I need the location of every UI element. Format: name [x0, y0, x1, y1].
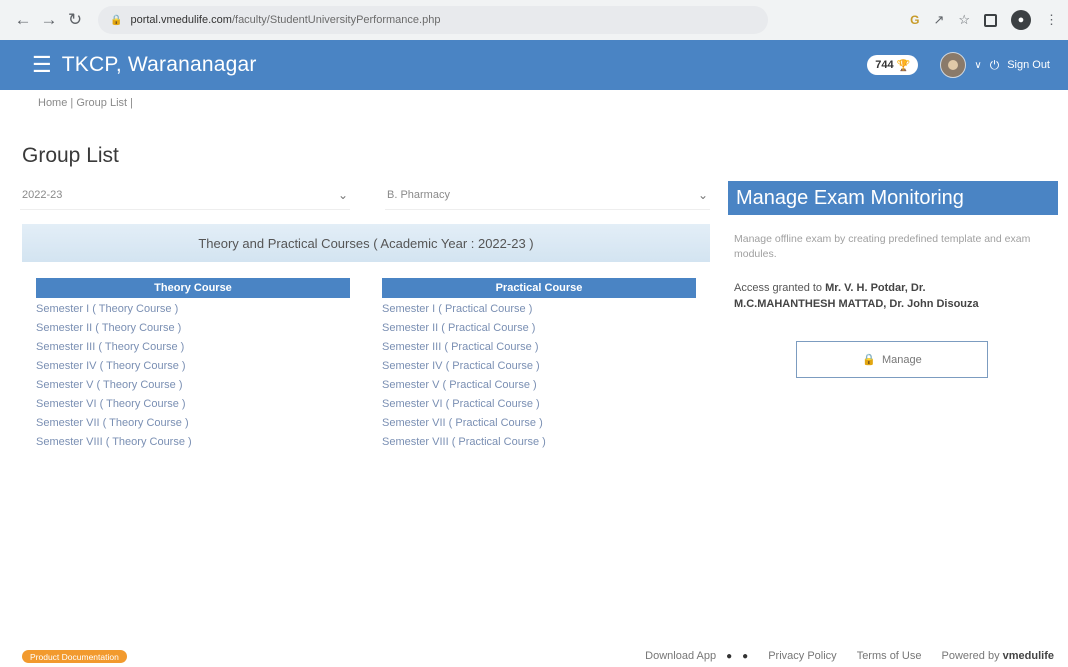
breadcrumb-current[interactable]: Group List	[76, 97, 127, 109]
exam-monitoring-title: Manage Exam Monitoring	[728, 181, 1058, 215]
sidebar-panel-icon[interactable]	[984, 13, 997, 27]
program-select[interactable]: B. Pharmacy ⌄	[385, 180, 710, 210]
practical-course-link[interactable]: Semester III ( Practical Course )	[382, 338, 696, 357]
brand-link[interactable]: vmedulife	[1003, 650, 1054, 662]
browser-toolbar: ← → ↻ 🔒 portal.vmedulife.com/faculty/Stu…	[0, 0, 1068, 40]
powered-by-label: Powered by	[941, 650, 1000, 662]
breadcrumb: Home | Group List |	[38, 97, 133, 109]
url-path: /faculty/StudentUniversityPerformance.ph…	[231, 14, 441, 26]
forward-arrow-icon[interactable]: →	[36, 7, 62, 33]
breadcrumb-home[interactable]: Home	[38, 97, 67, 109]
lock-icon: 🔒	[110, 14, 123, 26]
theory-course-link[interactable]: Semester II ( Theory Course )	[36, 319, 350, 338]
manage-label: Manage	[881, 353, 922, 366]
theory-course-link[interactable]: Semester I ( Theory Course )	[36, 300, 350, 319]
app-title: TKCP, Warananagar	[61, 53, 257, 76]
points-badge[interactable]: 744 🏆	[867, 55, 919, 75]
theory-course-column: Theory Course Semester I ( Theory Course…	[36, 278, 350, 452]
breadcrumb-separator: |	[130, 97, 133, 109]
share-icon[interactable]: ↗	[933, 12, 944, 28]
practical-course-link[interactable]: Semester I ( Practical Course )	[382, 300, 696, 319]
manage-button[interactable]: 🔒 Manage	[796, 341, 988, 378]
points-count: 744	[875, 59, 894, 71]
theory-course-link[interactable]: Semester VI ( Theory Course )	[36, 395, 350, 414]
practical-course-heading: Practical Course	[382, 278, 696, 298]
address-bar[interactable]: 🔒 portal.vmedulife.com/faculty/StudentUn…	[98, 6, 768, 34]
practical-course-link[interactable]: Semester VIII ( Practical Course )	[382, 433, 696, 452]
google-lens-icon[interactable]: G	[910, 13, 919, 27]
theory-course-list: Semester I ( Theory Course ) Semester II…	[36, 300, 350, 452]
theory-course-link[interactable]: Semester V ( Theory Course )	[36, 376, 350, 395]
practical-course-link[interactable]: Semester V ( Practical Course )	[382, 376, 696, 395]
apple-icon[interactable]: ●	[742, 651, 748, 662]
theory-course-link[interactable]: Semester VIII ( Theory Course )	[36, 433, 350, 452]
access-prefix: Access granted to	[734, 282, 823, 294]
terms-of-use-link[interactable]: Terms of Use	[857, 650, 922, 662]
footer-links: Download App ● ● Privacy Policy Terms of…	[645, 650, 1054, 662]
back-arrow-icon[interactable]: ←	[10, 7, 36, 33]
browser-profile-icon[interactable]: ●	[1011, 10, 1031, 30]
reload-icon[interactable]: ↻	[62, 7, 88, 33]
practical-course-list: Semester I ( Practical Course ) Semester…	[382, 300, 696, 452]
practical-course-link[interactable]: Semester VII ( Practical Course )	[382, 414, 696, 433]
url-host: portal.vmedulife.com	[130, 14, 232, 26]
practical-course-column: Practical Course Semester I ( Practical …	[382, 278, 696, 452]
chevron-down-icon: ⌄	[697, 187, 708, 202]
courses-banner: Theory and Practical Courses ( Academic …	[22, 224, 710, 262]
lock-icon: 🔒	[862, 354, 876, 366]
page-title: Group List	[22, 144, 119, 167]
academic-year-select[interactable]: 2022-23 ⌄	[20, 180, 350, 210]
download-app-label: Download App	[645, 650, 717, 662]
breadcrumb-separator: |	[70, 97, 74, 109]
chevron-down-icon: ⌄	[337, 187, 348, 202]
theory-course-heading: Theory Course	[36, 278, 350, 298]
theory-course-link[interactable]: Semester VII ( Theory Course )	[36, 414, 350, 433]
product-documentation-button[interactable]: Product Documentation	[22, 650, 127, 663]
browser-menu-icon[interactable]: ⋮	[1045, 12, 1058, 28]
bookmark-star-icon[interactable]: ☆	[958, 12, 970, 28]
exam-monitoring-description: Manage offline exam by creating predefin…	[734, 233, 1031, 260]
hamburger-menu-icon[interactable]: ☰	[32, 52, 52, 78]
signout-link[interactable]: Sign Out	[1007, 59, 1050, 71]
powered-by: Powered by vmedulife	[941, 650, 1054, 662]
exam-access-info: Access granted to Mr. V. H. Potdar, Dr. …	[734, 280, 1024, 312]
chevron-down-icon[interactable]: ∨	[974, 60, 981, 71]
practical-course-link[interactable]: Semester IV ( Practical Course )	[382, 357, 696, 376]
theory-course-link[interactable]: Semester IV ( Theory Course )	[36, 357, 350, 376]
program-value: B. Pharmacy	[387, 188, 450, 201]
app-header: ☰ TKCP, Warananagar 744 🏆 ∨ ⏻ Sign Out	[0, 40, 1068, 90]
practical-course-link[interactable]: Semester VI ( Practical Course )	[382, 395, 696, 414]
android-icon[interactable]: ●	[726, 651, 732, 662]
avatar[interactable]	[940, 52, 967, 78]
practical-course-link[interactable]: Semester II ( Practical Course )	[382, 319, 696, 338]
academic-year-value: 2022-23	[22, 188, 63, 201]
privacy-policy-link[interactable]: Privacy Policy	[768, 650, 836, 662]
power-icon[interactable]: ⏻	[990, 58, 1000, 73]
trophy-icon: 🏆	[896, 59, 911, 72]
theory-course-link[interactable]: Semester III ( Theory Course )	[36, 338, 350, 357]
